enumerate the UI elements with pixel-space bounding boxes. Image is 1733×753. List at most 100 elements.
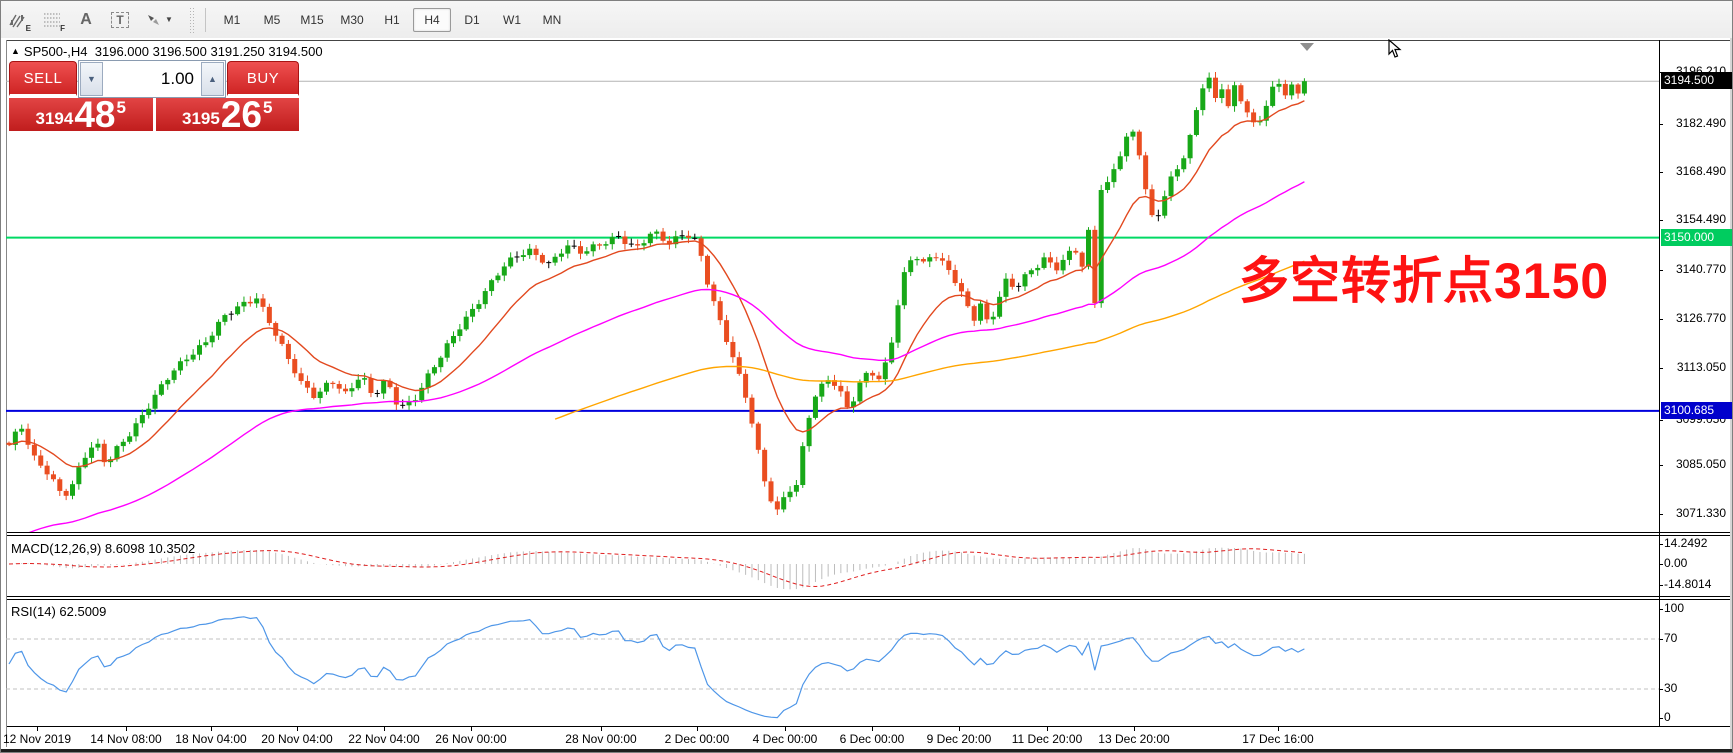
separator-rsi-timeaxis (6, 726, 1732, 727)
candle-body (870, 373, 875, 376)
quote-header: ▲SP500-,H4 3196.000 3196.500 3191.250 31… (11, 44, 323, 59)
price-badge: 3150.000 (1661, 229, 1732, 246)
price-axis-tick (1659, 220, 1663, 221)
candle-body (1143, 155, 1148, 189)
candle-body (1003, 279, 1008, 297)
sell-button[interactable]: SELL (9, 61, 77, 96)
toolbar-drag-handle[interactable] (189, 7, 195, 33)
candle-body (978, 304, 983, 321)
macd-axis-tick (1659, 564, 1663, 565)
candle-body (280, 336, 285, 344)
macd-label: MACD(12,26,9) 8.6098 10.3502 (11, 541, 195, 556)
chart-sketch-icon[interactable]: E (3, 6, 33, 34)
candle-body (197, 345, 202, 355)
candle-body (527, 249, 532, 255)
candle-body (1029, 270, 1034, 274)
candle-body (857, 383, 862, 402)
candle-body (578, 246, 583, 254)
price-axis-tick (1659, 124, 1663, 125)
mouse-cursor (1388, 39, 1402, 64)
candle-body (311, 388, 316, 398)
timeframe-button-m1[interactable]: M1 (213, 8, 251, 32)
separator-main-macd-1[interactable] (6, 532, 1732, 533)
volume-decrease-button[interactable]: ▼ (80, 62, 103, 96)
candle-body (1073, 251, 1078, 253)
candle-body (946, 261, 951, 270)
price-badge: 3100.685 (1661, 402, 1732, 419)
quote-high: 3196.500 (153, 44, 207, 59)
price-badge: 3194.500 (1661, 72, 1732, 89)
rsi-axis-label: 100 (1664, 601, 1684, 615)
cursor-arrows-icon[interactable]: ▼ (139, 6, 179, 34)
candle-body (470, 309, 475, 317)
candle-body (476, 304, 481, 309)
candle-body (762, 450, 767, 482)
candle-body (248, 302, 253, 304)
timeframe-button-d1[interactable]: D1 (453, 8, 491, 32)
timeframe-button-h1[interactable]: H1 (373, 8, 411, 32)
buy-button[interactable]: BUY (227, 61, 299, 96)
timeframe-button-m30[interactable]: M30 (333, 8, 371, 32)
text-box-icon[interactable]: T (105, 6, 135, 34)
macd-indicator[interactable] (6, 536, 1659, 596)
candle-body (915, 259, 920, 260)
volume-input[interactable]: 1.00 (104, 61, 200, 97)
candle-body (1054, 262, 1059, 270)
candle-body (788, 492, 793, 497)
candle-body (127, 436, 132, 441)
time-axis-tick (297, 727, 298, 731)
candle-body (95, 444, 100, 448)
candle-body (603, 244, 608, 245)
candle-body (45, 466, 50, 475)
time-axis-tick (872, 727, 873, 731)
candle-body (1061, 260, 1066, 270)
quote-open: 3196.000 (95, 44, 149, 59)
insert-text-icon[interactable]: A (71, 6, 101, 34)
candle-body (318, 392, 323, 398)
macd-axis-label: 0.00 (1664, 556, 1687, 570)
candle-body (1232, 85, 1237, 106)
candle-body (51, 474, 56, 479)
candle-body (1118, 156, 1123, 169)
rsi-axis-tick (1659, 689, 1663, 690)
time-axis-tick (211, 727, 212, 731)
sell-price-display[interactable]: 3194485 (9, 98, 153, 131)
time-axis-tick (384, 727, 385, 731)
symbol-timeframe: SP500-,H4 (24, 44, 88, 59)
separator-macd-rsi-1[interactable] (6, 596, 1732, 597)
window-right-border (1730, 38, 1732, 752)
candle-body (38, 456, 43, 466)
candle-body (330, 383, 335, 384)
candle-body (876, 376, 881, 380)
toolbar-separator (205, 8, 206, 32)
candle-body (381, 381, 386, 394)
rsi-axis-tick (1659, 718, 1663, 719)
rsi-indicator[interactable] (6, 600, 1659, 726)
candle-body (959, 283, 964, 291)
timeframe-button-m15[interactable]: M15 (293, 8, 331, 32)
timeframe-button-mn[interactable]: MN (533, 8, 571, 32)
timeframe-button-m5[interactable]: M5 (253, 8, 291, 32)
candle-body (286, 344, 291, 359)
candle-body (1086, 230, 1091, 267)
candle-body (1194, 110, 1199, 135)
buy-price-display[interactable]: 3195265 (156, 98, 300, 131)
scroll-to-end-marker[interactable] (1300, 43, 1314, 51)
volume-increase-button[interactable]: ▲ (201, 62, 224, 96)
candle-body (464, 317, 469, 330)
rsi-axis-label: 70 (1664, 631, 1677, 645)
candle-body (1200, 88, 1205, 110)
grid-icon[interactable]: F (37, 6, 67, 34)
candle-body (1219, 89, 1224, 98)
candle-body (775, 501, 780, 509)
candle-body (324, 383, 329, 392)
candle-body (769, 481, 774, 501)
candle-body (534, 249, 539, 255)
candle-body (845, 391, 850, 407)
timeframe-button-w1[interactable]: W1 (493, 8, 531, 32)
candle-body (432, 367, 437, 373)
price-axis-label: 3182.490 (1676, 116, 1726, 130)
timeframe-button-h4[interactable]: H4 (413, 8, 451, 32)
time-axis-label: 4 Dec 00:00 (753, 732, 818, 746)
macd-axis-label: 14.2492 (1664, 536, 1707, 550)
